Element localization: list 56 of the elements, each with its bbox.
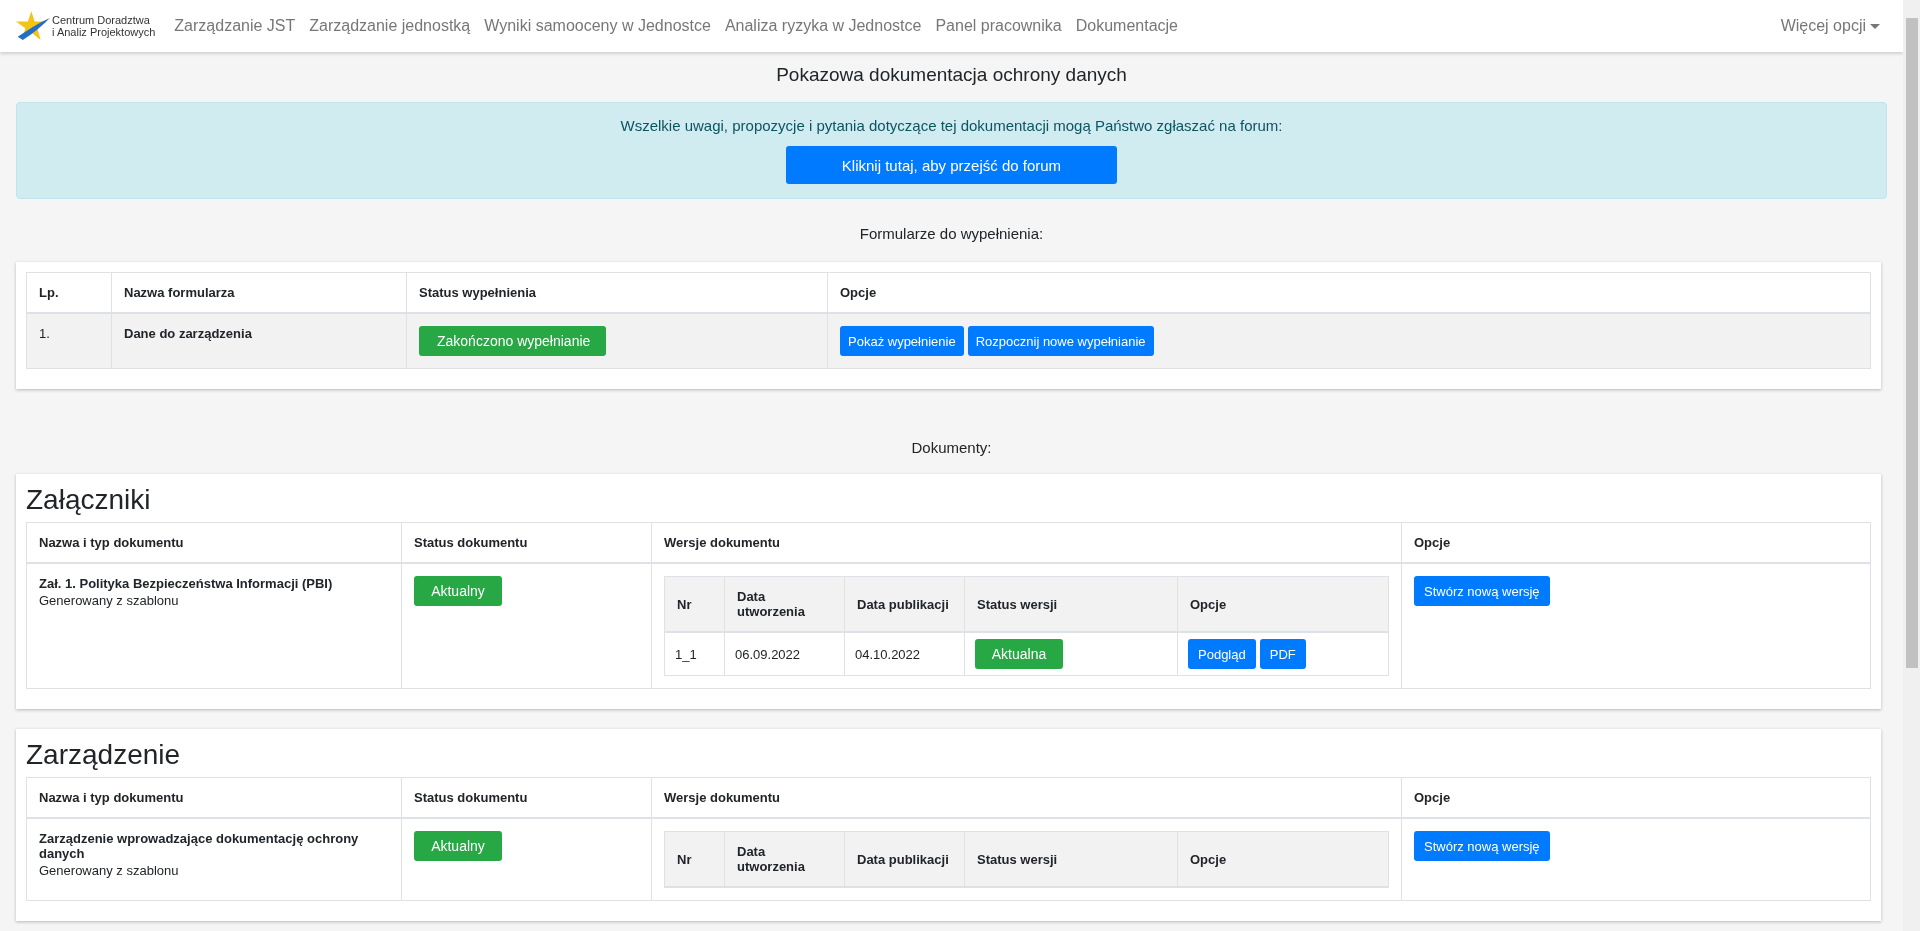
option-button[interactable]: Rozpocznij nowe wypełnianie xyxy=(967,326,1154,356)
option-button[interactable]: Pokaż wypełnienie xyxy=(840,326,964,356)
nav-link[interactable]: Zarządzanie jednostką xyxy=(302,17,478,35)
forum-button[interactable]: Kliknij tutaj, aby przejść do forum xyxy=(786,146,1117,184)
column-header: Opcje xyxy=(1401,777,1871,818)
nav-link[interactable]: Analiza ryzyka w Jednostce xyxy=(717,17,929,35)
document-name: Zarządzenie wprowadzające dokumentację ochrony danych xyxy=(39,831,360,861)
form-name: Dane do zarządzenia xyxy=(111,313,407,369)
column-header: Wersje dokumentu xyxy=(651,777,1402,818)
document-source: Generowany z szablonu xyxy=(39,593,180,608)
column-header: Status wersji xyxy=(964,576,1178,632)
column-header: Status dokumentu xyxy=(401,522,652,563)
column-header: Nazwa i typ dokumentu xyxy=(26,522,402,563)
option-button[interactable]: PDF xyxy=(1259,639,1306,669)
new-version-button[interactable]: Stwórz nową wersję xyxy=(1414,576,1550,606)
section-heading: Dokumenty: xyxy=(910,439,993,456)
alert-text: Wszelkie uwagi, propozycje i pytania dotyczące tej dokumentacji mogą Państwo zgłaszać na forum: xyxy=(619,117,1284,134)
version-status-button[interactable]: Aktualna xyxy=(975,639,1063,669)
section-title: Załączniki xyxy=(26,483,152,517)
column-header: Data utworzenia xyxy=(724,831,845,887)
star-logo-icon xyxy=(16,10,50,42)
document-name: Zał. 1. Polityka Bezpieczeństwa Informacji (PBI) xyxy=(39,576,334,591)
version-number: 1_1 xyxy=(664,632,725,676)
column-header: Status dokumentu xyxy=(401,777,652,818)
scrollbar[interactable] xyxy=(1903,0,1920,931)
column-header: Wersje dokumentu xyxy=(651,522,1402,563)
column-header: Data publikacji xyxy=(844,576,965,632)
column-header: Data utworzenia xyxy=(724,576,845,632)
nav-link[interactable]: Dokumentacje xyxy=(1068,17,1185,35)
logo-text: i Analiz Projektowych xyxy=(52,26,156,38)
new-version-button[interactable]: Stwórz nową wersję xyxy=(1414,831,1550,861)
published-date: 04.10.2022 xyxy=(844,632,965,676)
column-header: Opcje xyxy=(1177,576,1389,632)
column-header: Nr xyxy=(664,831,725,887)
section-title: Zarządzenie xyxy=(26,738,182,772)
status-button[interactable]: Aktualny xyxy=(414,831,502,861)
logo-text: Centrum Doradztwa xyxy=(52,14,151,26)
column-header: Status wersji xyxy=(964,831,1178,887)
column-header: Nazwa i typ dokumentu xyxy=(26,777,402,818)
more-options-dropdown[interactable]: Więcej opcji xyxy=(1773,17,1887,35)
nav-link[interactable]: Panel pracownika xyxy=(928,17,1069,35)
option-button[interactable]: Podgląd xyxy=(1188,639,1256,669)
status-button[interactable]: Zakończono wypełnianie xyxy=(419,326,606,356)
column-header: Opcje xyxy=(1177,831,1389,887)
section-heading: Formularze do wypełnienia: xyxy=(858,225,1045,242)
column-header: Data publikacji xyxy=(844,831,965,887)
caret-icon xyxy=(1870,23,1880,29)
row-number: 1. xyxy=(26,313,112,369)
nav-link[interactable]: Wyniki samooceny w Jednostce xyxy=(477,17,718,35)
nav-link[interactable]: Zarządzanie JST xyxy=(167,17,303,35)
column-header: Opcje xyxy=(1401,522,1871,563)
created-date: 06.09.2022 xyxy=(724,632,845,676)
status-button[interactable]: Aktualny xyxy=(414,576,502,606)
column-header: Nr xyxy=(664,576,725,632)
page-title: Pokazowa dokumentacja ochrony danych xyxy=(775,64,1128,86)
document-source: Generowany z szablonu xyxy=(39,863,180,878)
